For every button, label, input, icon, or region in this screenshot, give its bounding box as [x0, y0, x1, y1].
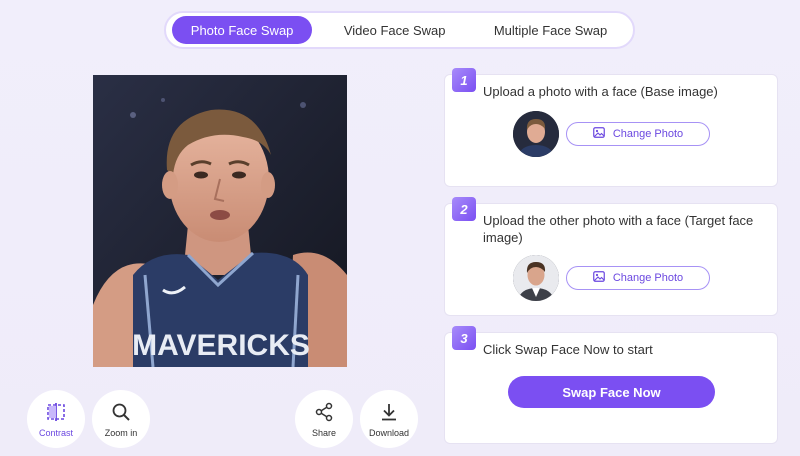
- step-1-title: Upload a photo with a face (Base image): [483, 84, 718, 99]
- share-label: Share: [311, 427, 337, 438]
- zoom-in-label: Zoom in: [104, 427, 138, 438]
- swap-face-now-button[interactable]: Swap Face Now: [508, 376, 715, 408]
- share-icon: [313, 401, 335, 423]
- step-2-title: Upload the other photo with a face (Targ…: [483, 213, 754, 245]
- zoom-icon: [110, 401, 132, 423]
- tab-multiple-face-swap[interactable]: Multiple Face Swap: [472, 16, 629, 44]
- step-number-badge: 3: [452, 326, 476, 350]
- zoom-in-button[interactable]: Zoom in: [92, 390, 150, 448]
- tab-photo-face-swap[interactable]: Photo Face Swap: [172, 16, 313, 44]
- step-3-title: Click Swap Face Now to start: [483, 342, 653, 357]
- change-photo-label: Change Photo: [612, 128, 684, 140]
- face-swap-mode-tabs: Photo Face Swap Video Face Swap Multiple…: [164, 11, 635, 49]
- step-2-card: 2 Upload the other photo with a face (Ta…: [444, 197, 778, 316]
- change-photo-label: Change Photo: [612, 272, 684, 284]
- step-number-badge: 1: [452, 68, 476, 92]
- step-1-card: 1 Upload a photo with a face (Base image…: [444, 68, 778, 187]
- step-3-card: 3 Click Swap Face Now to start Swap Face…: [444, 326, 778, 444]
- change-base-photo-button[interactable]: Change Photo: [566, 122, 710, 146]
- image-icon: [592, 127, 605, 141]
- result-preview-image: MAVERICKS: [93, 75, 347, 367]
- base-image-thumbnail[interactable]: [513, 111, 559, 157]
- contrast-label: Contrast: [38, 427, 73, 438]
- download-label: Download: [368, 427, 410, 438]
- download-icon: [378, 401, 400, 423]
- contrast-button[interactable]: Contrast: [27, 390, 85, 448]
- compare-icon: [45, 401, 67, 423]
- tab-video-face-swap[interactable]: Video Face Swap: [317, 16, 472, 44]
- step-number-badge: 2: [452, 197, 476, 221]
- download-button[interactable]: Download: [360, 390, 418, 448]
- share-button[interactable]: Share: [295, 390, 353, 448]
- jersey-text: MAVERICKS: [132, 329, 310, 362]
- change-target-photo-button[interactable]: Change Photo: [566, 266, 710, 290]
- image-icon: [592, 271, 605, 285]
- player-photo: MAVERICKS: [93, 75, 347, 367]
- target-face-thumbnail[interactable]: [513, 255, 559, 301]
